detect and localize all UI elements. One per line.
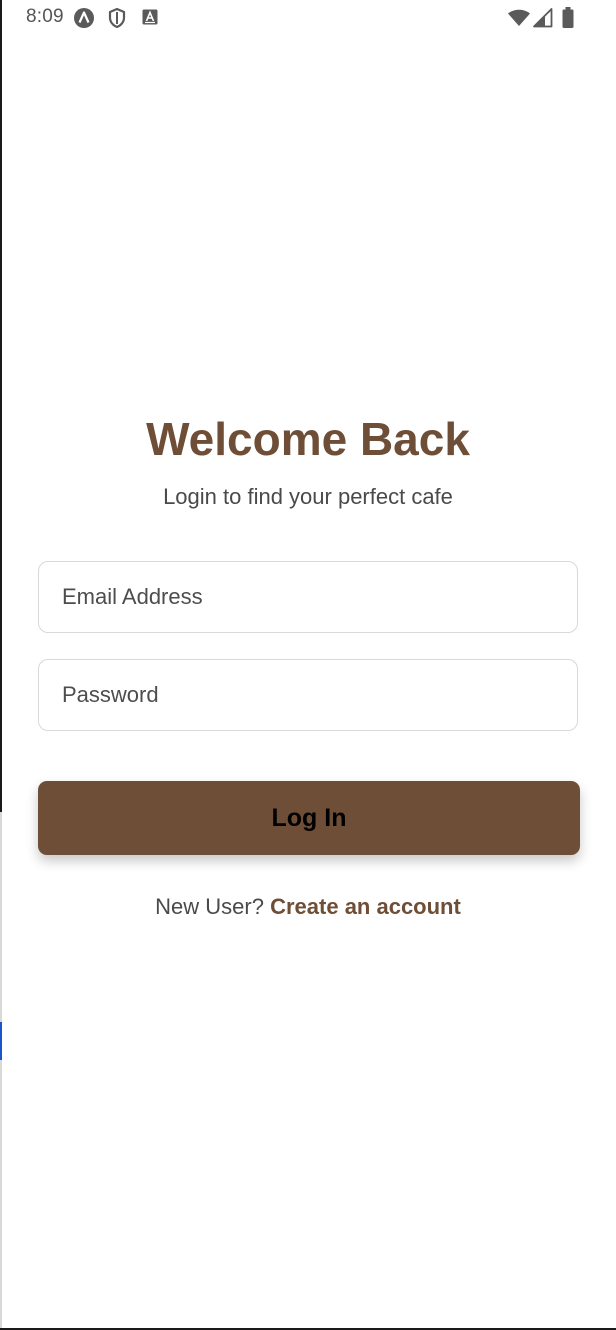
status-time: 8:09 (26, 6, 64, 27)
signup-row: New User? Create an account (0, 894, 616, 920)
left-edge-blue (0, 1022, 2, 1060)
shield-icon (107, 7, 127, 34)
signup-prompt: New User? (155, 894, 271, 919)
create-account-link[interactable]: Create an account (270, 894, 461, 919)
password-field[interactable] (38, 659, 578, 731)
email-field[interactable] (38, 561, 578, 633)
left-edge-light (0, 812, 2, 1330)
wifi-icon (507, 8, 531, 33)
page-subtitle: Login to find your perfect cafe (163, 484, 453, 509)
battery-icon (562, 7, 574, 34)
login-screen: 8:09 Welcome Back Login to find your per… (0, 0, 616, 1330)
signal-icon (533, 8, 553, 33)
status-bar: 8:09 (0, 0, 616, 36)
left-edge-strip (0, 0, 2, 1330)
square-a-icon (142, 9, 158, 30)
page-title: Welcome Back (146, 413, 470, 465)
circle-a-icon (73, 7, 95, 34)
login-button[interactable]: Log In (38, 781, 580, 855)
